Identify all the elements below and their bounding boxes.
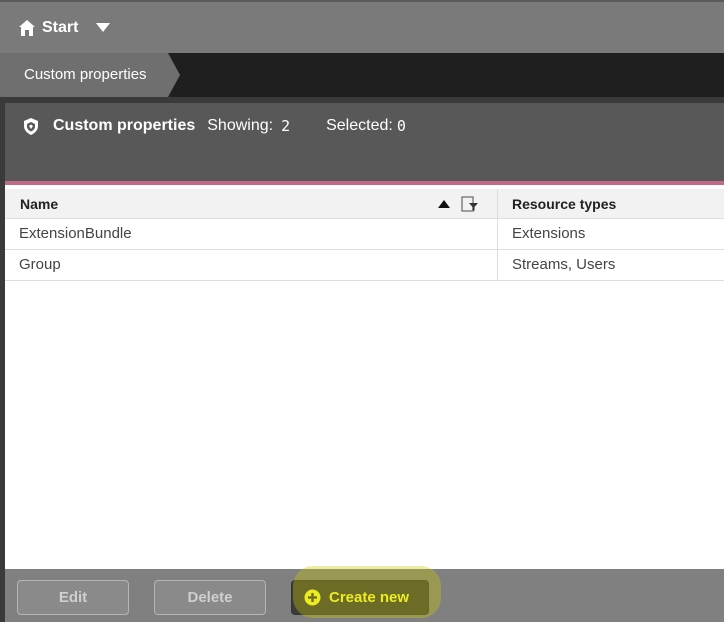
column-header-name-label: Name	[20, 196, 59, 212]
filter-icon[interactable]	[461, 196, 479, 212]
page-title: Custom properties	[53, 117, 196, 134]
main-panel: Custom properties Showing: 2 Selected: 0…	[5, 103, 724, 622]
breadcrumb: Custom properties	[0, 53, 724, 97]
create-new-button[interactable]: Create new	[291, 580, 429, 615]
cell-resource-types: Streams, Users	[512, 256, 616, 273]
edit-button[interactable]: Edit	[17, 580, 129, 615]
chevron-down-icon[interactable]	[96, 23, 111, 32]
sort-ascending-icon[interactable]	[438, 200, 450, 208]
table-header: Name Resource types	[5, 189, 724, 219]
table-row[interactable]: ExtensionBundle Extensions	[5, 219, 724, 250]
cell-resource-types: Extensions	[512, 225, 586, 242]
showing-count: 2	[281, 117, 291, 135]
column-header-resource-types[interactable]: Resource types	[498, 189, 724, 218]
selected-count: 0	[396, 117, 406, 135]
selected-label: Selected:	[326, 117, 393, 134]
top-toolbar: Start	[0, 0, 724, 53]
start-link[interactable]: Start	[42, 19, 78, 37]
showing-label: Showing:	[207, 117, 274, 134]
plus-circle-icon	[304, 589, 321, 606]
create-new-label: Create new	[329, 589, 410, 606]
table-row[interactable]: Group Streams, Users	[5, 250, 724, 281]
cell-name: ExtensionBundle	[5, 219, 498, 249]
panel-header: Custom properties Showing: 2 Selected: 0	[5, 103, 724, 185]
delete-button[interactable]: Delete	[154, 580, 266, 615]
home-icon[interactable]	[18, 19, 36, 37]
shield-icon	[24, 117, 38, 135]
header-row: Custom properties Showing: 2 Selected: 0	[23, 117, 406, 135]
column-header-name[interactable]: Name	[5, 189, 498, 218]
breadcrumb-item-custom-properties[interactable]: Custom properties	[0, 53, 180, 97]
cell-name: Group	[5, 250, 498, 280]
properties-table: Name Resource types ExtensionBundle Exte…	[5, 189, 724, 281]
action-bar: Edit Delete Create new	[5, 569, 724, 622]
